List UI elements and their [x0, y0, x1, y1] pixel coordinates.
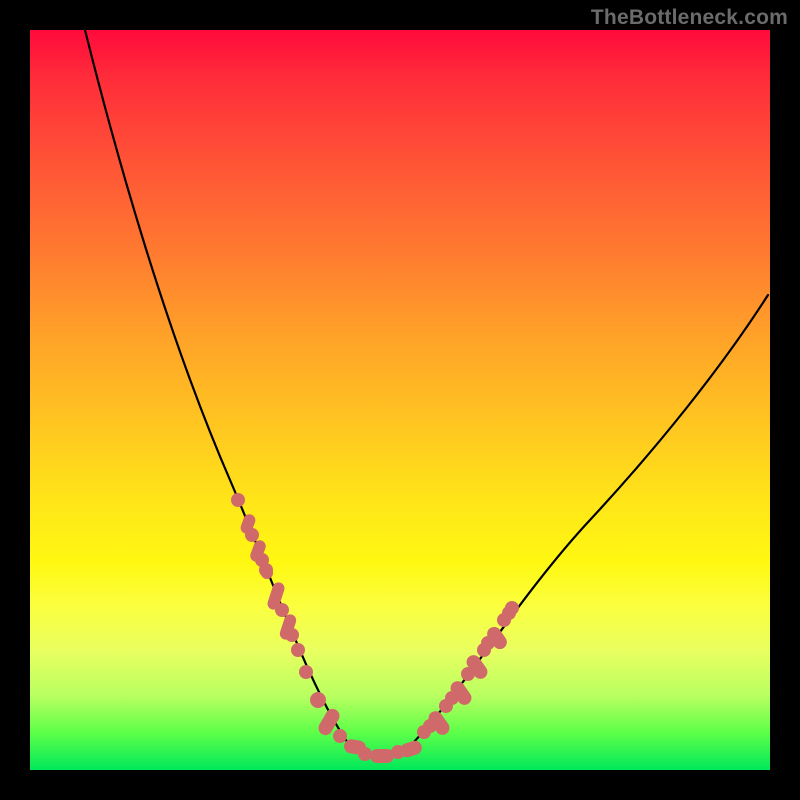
bottleneck-curve — [85, 30, 768, 758]
highlight-dots — [231, 493, 519, 763]
plot-area — [30, 30, 770, 770]
watermark-text: TheBottleneck.com — [591, 6, 788, 30]
chart-frame: TheBottleneck.com — [0, 0, 800, 800]
curve-svg — [30, 30, 770, 770]
